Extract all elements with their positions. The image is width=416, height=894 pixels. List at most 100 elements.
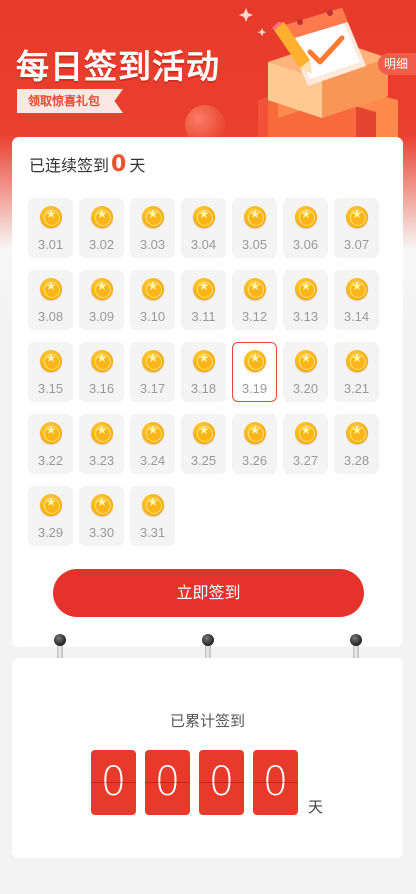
coin-icon [295, 422, 317, 444]
day-cell[interactable]: 3.11 [181, 270, 226, 330]
star-icon [352, 209, 362, 219]
day-cell[interactable]: 3.27 [283, 414, 328, 474]
star-icon [352, 281, 362, 291]
day-date: 3.08 [37, 309, 64, 324]
star-icon [148, 425, 158, 435]
coin-icon [91, 494, 113, 516]
star-icon [97, 281, 107, 291]
day-date: 3.14 [343, 309, 370, 324]
sign-in-card: 已连续签到 0 天 3.01 3.02 3.03 3.04 3.05 3.06 3.07 3.… [12, 137, 403, 647]
counter-digit: 0 [91, 750, 136, 815]
coin-icon [40, 350, 62, 372]
day-cell[interactable]: 3.19 [232, 342, 277, 402]
day-cell[interactable]: 3.08 [28, 270, 73, 330]
coin-icon [142, 278, 164, 300]
day-date: 3.15 [37, 381, 64, 396]
day-date: 3.19 [241, 381, 268, 396]
star-icon [148, 209, 158, 219]
day-cell[interactable]: 3.04 [181, 198, 226, 258]
star-icon [148, 497, 158, 507]
coin-icon [91, 422, 113, 444]
day-cell[interactable]: 3.20 [283, 342, 328, 402]
star-icon [97, 209, 107, 219]
coin-icon [40, 278, 62, 300]
day-date: 3.26 [241, 453, 268, 468]
star-icon [148, 353, 158, 363]
coin-icon [346, 206, 368, 228]
day-cell[interactable]: 3.30 [79, 486, 124, 546]
day-cell[interactable]: 3.21 [334, 342, 379, 402]
star-icon [97, 425, 107, 435]
day-cell[interactable]: 3.24 [130, 414, 175, 474]
day-date: 3.28 [343, 453, 370, 468]
star-icon [199, 281, 209, 291]
day-cell[interactable]: 3.22 [28, 414, 73, 474]
coin-icon [142, 494, 164, 516]
day-cell[interactable]: 3.03 [130, 198, 175, 258]
star-icon [148, 281, 158, 291]
day-date: 3.10 [139, 309, 166, 324]
day-cell[interactable]: 3.10 [130, 270, 175, 330]
star-icon [352, 425, 362, 435]
star-icon [301, 425, 311, 435]
coin-icon [193, 206, 215, 228]
day-cell[interactable]: 3.23 [79, 414, 124, 474]
star-icon [199, 353, 209, 363]
day-cell[interactable]: 3.09 [79, 270, 124, 330]
day-cell[interactable]: 3.02 [79, 198, 124, 258]
streak-prefix: 已连续签到 [29, 156, 110, 175]
day-date: 3.20 [292, 381, 319, 396]
day-cell[interactable]: 3.25 [181, 414, 226, 474]
day-cell[interactable]: 3.26 [232, 414, 277, 474]
coin-icon [244, 278, 266, 300]
star-icon [250, 209, 260, 219]
day-cell[interactable]: 3.18 [181, 342, 226, 402]
total-unit: 天 [308, 798, 324, 816]
streak-summary: 已连续签到 0 天 [29, 152, 145, 177]
star-icon [46, 281, 56, 291]
day-date: 3.05 [241, 237, 268, 252]
day-date: 3.16 [88, 381, 115, 396]
gift-badge[interactable]: 领取惊喜礼包 [17, 89, 123, 113]
coin-icon [40, 494, 62, 516]
day-cell[interactable]: 3.06 [283, 198, 328, 258]
day-cell[interactable]: 3.17 [130, 342, 175, 402]
day-cell[interactable]: 3.01 [28, 198, 73, 258]
day-date: 3.21 [343, 381, 370, 396]
day-cell[interactable]: 3.16 [79, 342, 124, 402]
day-date: 3.01 [37, 237, 64, 252]
day-cell[interactable]: 3.13 [283, 270, 328, 330]
star-icon [250, 425, 260, 435]
coin-icon [193, 278, 215, 300]
coin-icon [346, 278, 368, 300]
page-title: 每日签到活动 [16, 47, 220, 86]
day-date: 3.22 [37, 453, 64, 468]
day-date: 3.29 [37, 525, 64, 540]
coin-icon [40, 206, 62, 228]
coin-icon [244, 422, 266, 444]
total-label: 已累计签到 [169, 712, 245, 730]
coin-icon [295, 350, 317, 372]
star-icon [46, 425, 56, 435]
day-grid: 3.01 3.02 3.03 3.04 3.05 3.06 3.07 3.08 3.09 3.10… [28, 198, 384, 546]
counter-digit: 0 [253, 750, 298, 815]
sign-in-button[interactable]: 立即签到 [53, 569, 364, 617]
day-cell[interactable]: 3.15 [28, 342, 73, 402]
coin-icon [244, 206, 266, 228]
detail-tab[interactable]: 明细 [378, 53, 416, 75]
total-counter: 0 0 0 0 [91, 750, 298, 815]
star-icon [46, 497, 56, 507]
day-date: 3.18 [190, 381, 217, 396]
day-cell[interactable]: 3.29 [28, 486, 73, 546]
coin-icon [40, 422, 62, 444]
day-cell[interactable]: 3.12 [232, 270, 277, 330]
day-cell[interactable]: 3.31 [130, 486, 175, 546]
star-icon [301, 281, 311, 291]
day-cell[interactable]: 3.28 [334, 414, 379, 474]
day-cell[interactable]: 3.07 [334, 198, 379, 258]
coin-icon [295, 206, 317, 228]
star-icon [199, 209, 209, 219]
day-cell[interactable]: 3.05 [232, 198, 277, 258]
day-cell[interactable]: 3.14 [334, 270, 379, 330]
day-date: 3.25 [190, 453, 217, 468]
